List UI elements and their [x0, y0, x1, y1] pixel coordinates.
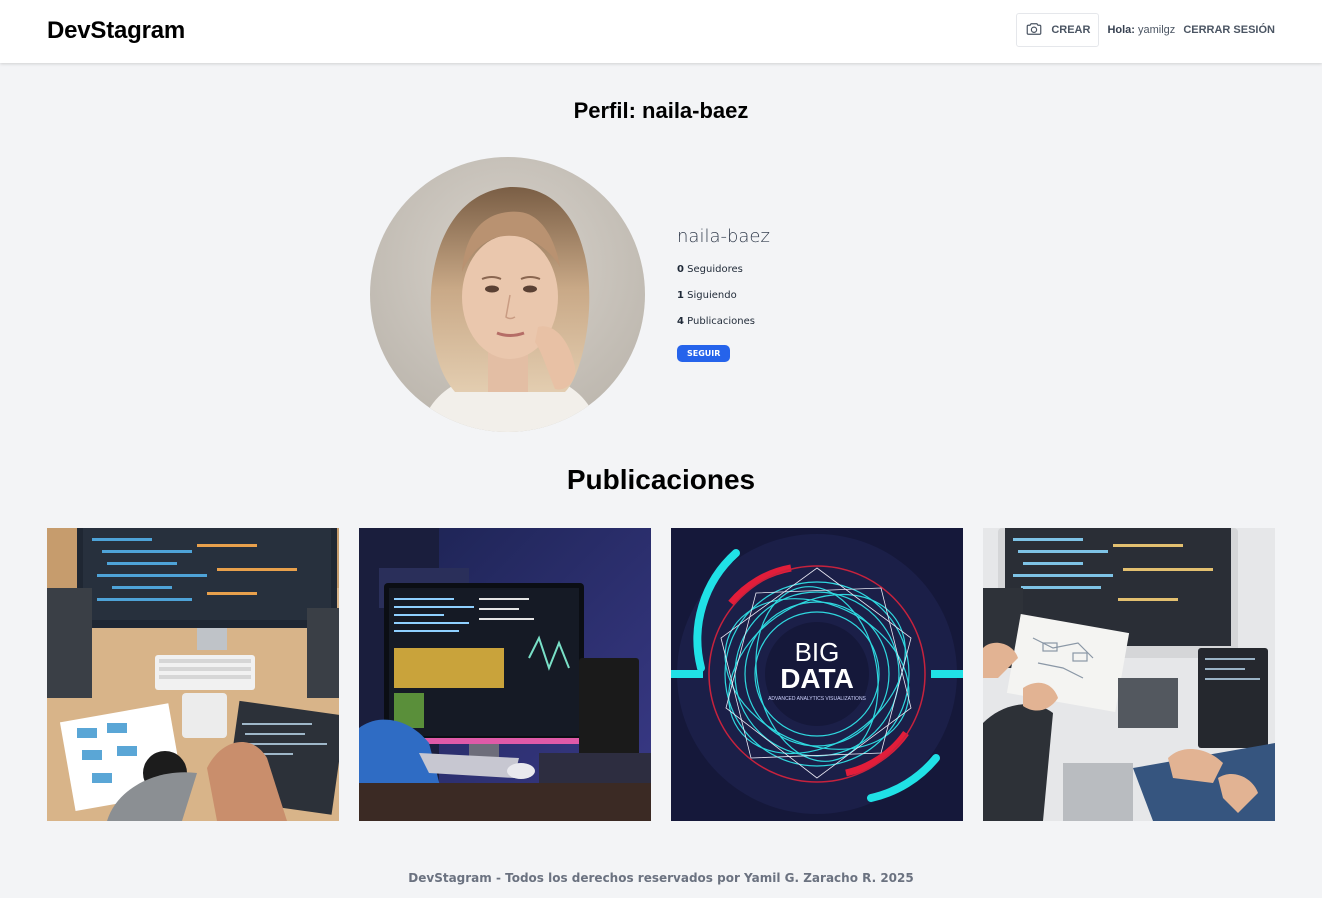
top-navbar: DevStagram CREAR Hola: yamilgz CERRAR SE… — [0, 0, 1322, 63]
posts-grid: BIG DATA ADVANCED ANALYTICS VISUALIZATIO… — [47, 528, 1275, 821]
posts-section-title: Publicaciones — [566, 464, 756, 495]
greeting-label: Hola: — [1107, 24, 1135, 36]
followers-label: Seguidores — [687, 264, 743, 275]
followers-count: 0 — [677, 264, 684, 275]
page-title: Perfil: naila-baez — [573, 98, 749, 123]
post-thumbnail[interactable] — [359, 528, 651, 821]
posts-label: Publicaciones — [687, 316, 755, 327]
user-greeting: Hola: yamilgz — [1107, 24, 1175, 36]
posts-stat: 4 Publicaciones — [677, 316, 977, 342]
following-label: Siguiendo — [687, 290, 737, 301]
greeting-username[interactable]: yamilgz — [1138, 24, 1175, 36]
follow-button[interactable]: SEGUIR — [677, 345, 731, 362]
footer-text: DevStagram - Todos los derechos reservad… — [408, 871, 914, 885]
profile-username: naila-baez — [677, 226, 770, 247]
data-text: DATA — [780, 663, 854, 694]
logout-button[interactable]: CERRAR SESIÓN — [1183, 24, 1275, 36]
post-thumbnail[interactable] — [983, 528, 1275, 821]
post-thumbnail[interactable]: BIG DATA ADVANCED ANALYTICS VISUALIZATIO… — [671, 528, 963, 821]
post-thumbnail[interactable] — [47, 528, 339, 821]
create-post-button[interactable]: CREAR — [1016, 13, 1100, 47]
following-stat: 1 Siguiendo — [677, 290, 977, 316]
followers-stat: 0 Seguidores — [677, 264, 977, 290]
profile-info: naila-baez 0 Seguidores 1 Siguiendo 4 Pu… — [677, 226, 977, 362]
posts-count: 4 — [677, 316, 684, 327]
create-label: CREAR — [1051, 24, 1091, 36]
app-logo[interactable]: DevStagram — [47, 17, 185, 45]
analytics-subtitle: ADVANCED ANALYTICS VISUALIZATIONS — [768, 696, 866, 702]
camera-icon — [1025, 20, 1043, 41]
header-nav: CREAR Hola: yamilgz CERRAR SESIÓN — [1016, 13, 1275, 47]
following-count: 1 — [677, 290, 684, 301]
profile-avatar — [370, 157, 645, 432]
